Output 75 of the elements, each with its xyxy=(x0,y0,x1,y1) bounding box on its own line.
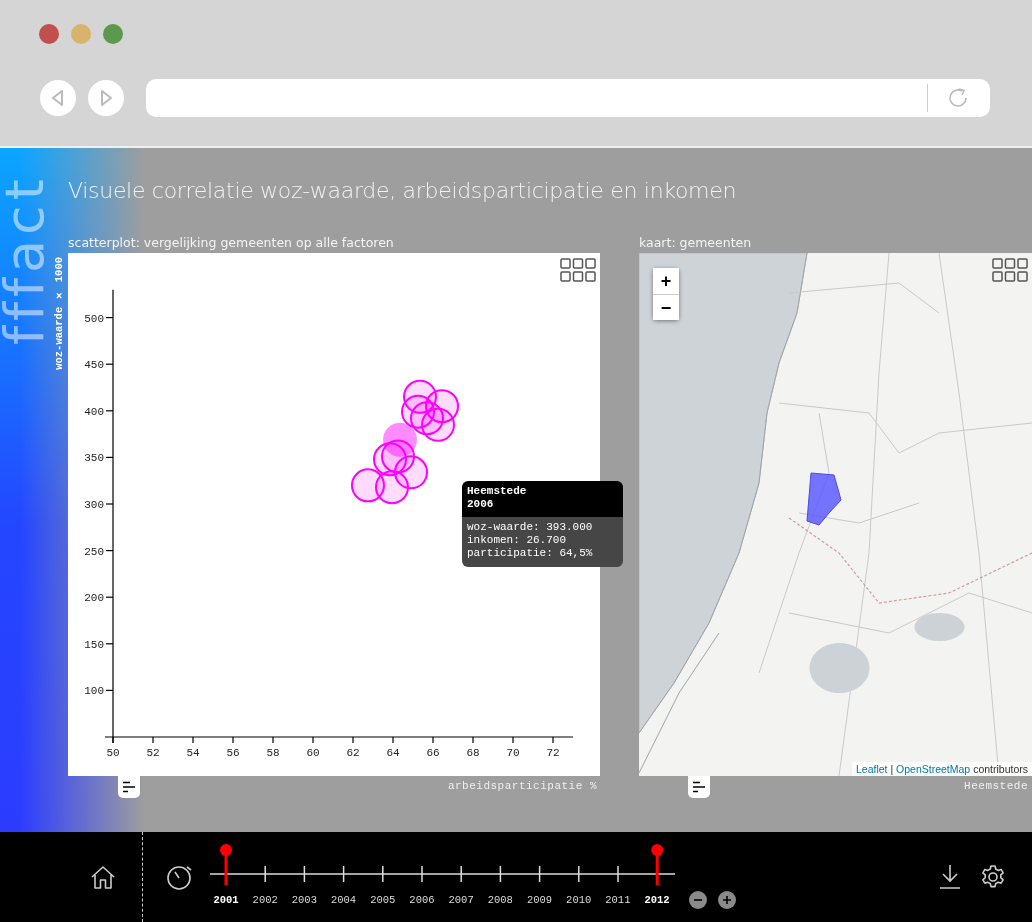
axis-tick-label: 64 xyxy=(386,747,400,759)
x-axis-title: arbeidsparticipatie % xyxy=(447,779,597,794)
year-label[interactable]: 2002 xyxy=(245,893,285,907)
tooltip-line: inkomen: 26.700 xyxy=(467,534,568,547)
axis-tick-label: 66 xyxy=(426,747,440,759)
axis-tick-label: 54 xyxy=(186,747,200,759)
map-attribution: Leaflet | OpenStreetMap contributors xyxy=(852,762,1032,776)
year-label[interactable]: 2003 xyxy=(284,893,324,907)
forward-button[interactable] xyxy=(88,80,124,116)
highlighted-municipality[interactable] xyxy=(806,472,842,526)
axis-tick-label: 350 xyxy=(84,452,104,465)
page-title: Visuele correlatie woz-waarde, arbeidsparticipatie en inkomen xyxy=(68,177,738,205)
panel-title: scatterplot: vergelijking gemeenten op alle factoren xyxy=(68,235,395,251)
axis-tick-label: 70 xyxy=(506,747,520,759)
axis-tick-label: 200 xyxy=(84,592,104,605)
maximize-window-button[interactable] xyxy=(103,24,123,44)
axis-tick-label: 62 xyxy=(346,747,360,759)
axis-tick-label: 300 xyxy=(84,499,104,511)
reload-icon[interactable] xyxy=(946,86,970,110)
tooltip-title: Heemstede xyxy=(467,485,528,498)
data-point[interactable] xyxy=(373,442,407,477)
year-label[interactable]: 2004 xyxy=(323,893,364,907)
attribution-link[interactable]: Leaflet xyxy=(856,763,888,775)
year-label[interactable]: 2008 xyxy=(480,893,520,907)
back-button[interactable] xyxy=(40,80,76,116)
settings-icon[interactable] xyxy=(980,864,1006,890)
map-zoom-in-button[interactable]: + xyxy=(653,268,679,294)
year-label[interactable]: 2010 xyxy=(559,893,599,907)
range-handle[interactable] xyxy=(220,844,232,885)
range-handle[interactable] xyxy=(651,844,664,885)
year-label[interactable]: 2007 xyxy=(441,893,481,907)
axis-tick-label: 52 xyxy=(146,747,160,759)
lines-icon xyxy=(692,781,706,793)
axis-tick-label: 450 xyxy=(84,359,104,372)
legend-button[interactable] xyxy=(688,776,710,798)
panel-title: kaart: gemeenten xyxy=(639,235,753,251)
y-axis-title: woz-waarde × 1000 xyxy=(53,257,65,370)
axis-tick-label: 50 xyxy=(106,747,120,759)
axis-tick-label: 56 xyxy=(226,747,240,759)
tooltip-line: participatie: 64,5% xyxy=(467,547,594,560)
year-label[interactable]: 2001 xyxy=(206,893,246,907)
selected-municipality-label: Heemstede xyxy=(964,779,1028,794)
axis-tick-label: 68 xyxy=(466,747,480,759)
timeline-zoom-out-button[interactable] xyxy=(689,891,707,909)
axis-tick-label: 400 xyxy=(84,405,104,418)
lines-icon xyxy=(122,781,136,793)
year-label[interactable]: 2005 xyxy=(363,893,403,907)
axis-tick-label: 500 xyxy=(84,312,104,325)
attribution-link[interactable]: OpenStreetMap xyxy=(896,763,971,775)
legend-button[interactable] xyxy=(118,776,140,798)
home-icon[interactable] xyxy=(90,864,116,890)
axis-tick-label: 72 xyxy=(546,747,560,759)
map-zoom-out-button[interactable]: − xyxy=(653,294,679,320)
timeline-zoom-in-button[interactable] xyxy=(718,891,736,909)
axis-tick-label: 60 xyxy=(306,747,320,759)
axis-tick-label: 250 xyxy=(84,545,104,558)
axis-tick-label: 100 xyxy=(84,685,104,698)
data-point[interactable] xyxy=(394,455,428,490)
axis-tick-label: 58 xyxy=(266,747,280,759)
stopwatch-icon[interactable] xyxy=(166,863,194,891)
tooltip-line: woz-waarde: 393.000 xyxy=(467,521,594,534)
plus-icon xyxy=(722,895,732,905)
app-logo: fffact xyxy=(1,174,49,345)
axis-tick-label: 150 xyxy=(84,638,104,651)
data-point[interactable] xyxy=(375,470,409,505)
year-label[interactable]: 2006 xyxy=(402,893,442,907)
year-label[interactable]: 2012 xyxy=(637,893,677,907)
tooltip-subtitle: 2006 xyxy=(467,498,495,511)
close-window-button[interactable] xyxy=(39,24,59,44)
year-label[interactable]: 2011 xyxy=(598,893,638,907)
grid-icon[interactable] xyxy=(560,258,596,282)
download-icon[interactable] xyxy=(938,864,962,890)
grid-icon[interactable] xyxy=(992,258,1028,282)
data-point[interactable] xyxy=(421,407,455,442)
year-label[interactable]: 2009 xyxy=(519,893,560,907)
